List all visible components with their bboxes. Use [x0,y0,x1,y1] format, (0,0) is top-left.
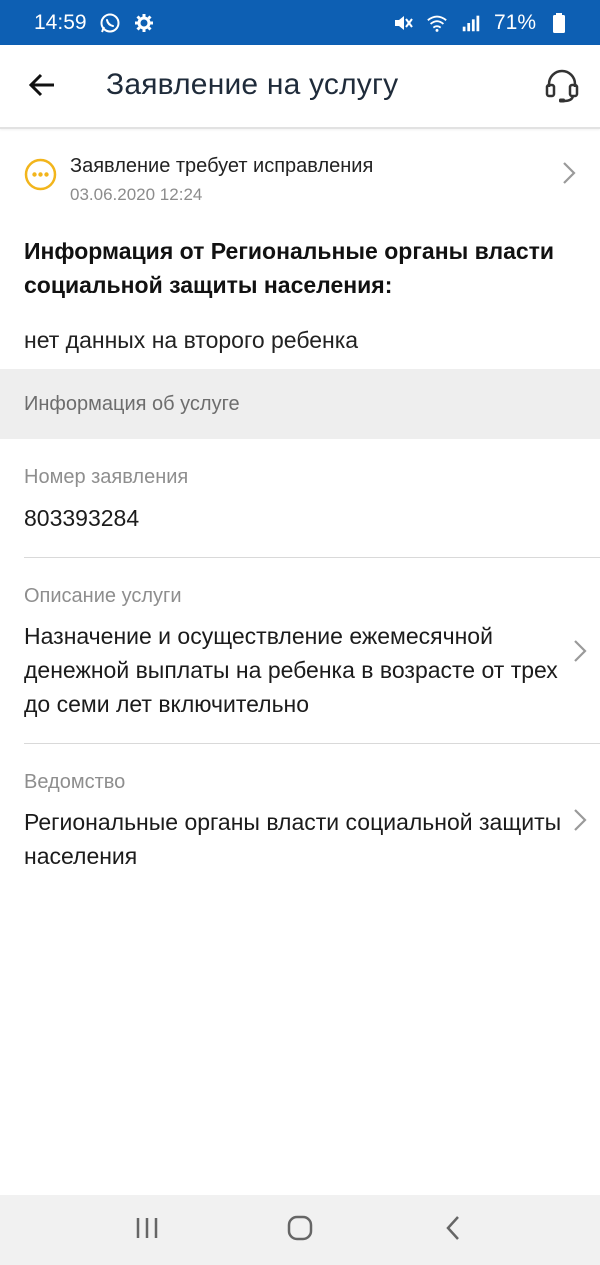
department-label: Ведомство [24,771,126,793]
back-button[interactable] [22,67,62,107]
department-value: Региональные органы власти социальной за… [24,809,562,869]
arrow-left-icon [27,70,57,105]
status-bar: 14:59 71% [0,0,600,45]
section-title: Информация об услуге [24,393,240,415]
service-info-section: Информация об услуге [0,369,600,439]
chevron-right-icon [572,807,588,833]
application-number-label: Номер заявления [24,466,189,488]
mute-icon [392,12,414,34]
application-status-title: Заявление требует исправления [70,155,374,177]
service-description-value: Назначение и осуществление ежемесячной д… [24,623,558,717]
divider [24,743,600,744]
battery-icon [548,12,570,34]
chevron-right-icon [572,638,588,664]
ellipsis-circle-icon [24,158,57,191]
battery-level: 71% [493,10,536,34]
agency-info-heading: Информация от Региональные органы власти… [24,238,555,298]
wifi-icon [426,12,448,34]
headset-icon [543,66,581,109]
status-bar-left: 14:59 [34,11,155,35]
app-bar: Заявление на услугу [0,45,600,129]
gear-icon [133,12,155,34]
chevron-right-icon [561,160,577,186]
back-chevron-icon [444,1214,462,1247]
application-status-date: 03.06.2020 12:24 [70,185,203,204]
application-number-value: 803393284 [24,505,140,531]
support-button[interactable] [540,65,584,109]
page-title: Заявление на услугу [106,68,399,101]
system-nav-bar [0,1195,600,1265]
service-description-label: Описание услуги [24,585,182,607]
application-status-row[interactable]: Заявление требует исправления 03.06.2020… [0,138,600,220]
signal-icon [460,12,482,34]
status-time: 14:59 [34,10,87,34]
nav-back-button[interactable] [423,1205,483,1255]
status-bar-right: 71% [392,11,570,35]
whatsapp-icon [99,12,121,34]
home-icon [286,1214,314,1247]
recent-apps-button[interactable] [117,1205,177,1255]
divider [24,557,600,558]
recent-apps-icon [134,1216,160,1245]
home-button[interactable] [270,1205,330,1255]
agency-info-text: нет данных на второго ребенка [24,327,359,353]
